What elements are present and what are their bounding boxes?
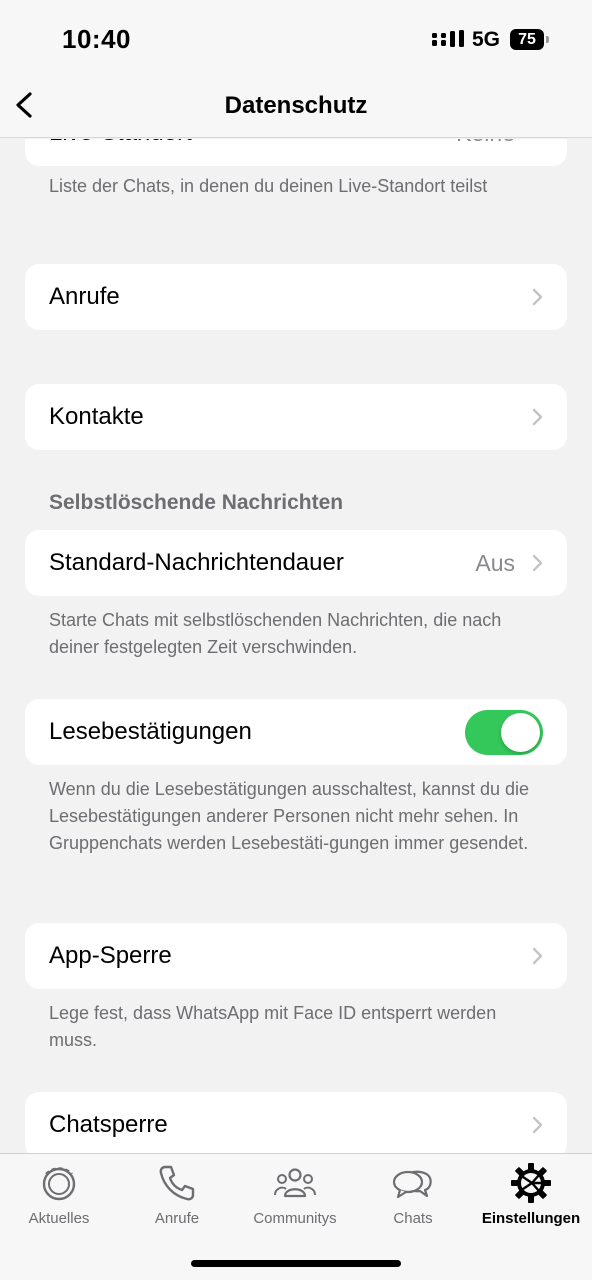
communities-icon <box>274 1168 316 1198</box>
settings-gear-icon <box>511 1163 551 1203</box>
tab-settings[interactable]: Einstellungen <box>472 1162 590 1242</box>
status-bar: 10:40 5G 75 <box>0 0 592 78</box>
disappearing-footnote: Starte Chats mit selbstlöschenden Nachri… <box>49 610 502 657</box>
navigation-bar: Datenschutz <box>0 78 592 138</box>
app-lock-label: App-Sperre <box>49 942 172 969</box>
calls-label: Anrufe <box>49 283 120 310</box>
app-lock-footnote: Lege fest, dass WhatsApp mit Face ID ent… <box>49 1003 497 1050</box>
live-location-item[interactable]: Live-Standort Keine <box>25 139 567 166</box>
settings-list[interactable]: Live-Standort Keine Liste der Chats, in … <box>0 139 592 1153</box>
app-lock-item[interactable]: App-Sperre <box>25 923 567 989</box>
chat-lock-item[interactable]: Chatsperre <box>25 1092 567 1153</box>
section-header-disappearing: Selbstlöschende Nachrichten <box>49 491 344 514</box>
phone-icon <box>159 1165 195 1201</box>
live-location-label: Live-Standort <box>49 139 192 166</box>
updates-icon <box>42 1167 76 1201</box>
read-receipts-label: Lesebestätigungen <box>49 718 252 745</box>
chat-lock-label: Chatsperre <box>49 1111 168 1138</box>
network-type: 5G <box>472 28 501 51</box>
home-indicator <box>191 1260 401 1267</box>
read-receipts-item: Lesebestätigungen <box>25 699 567 765</box>
tab-label-chats: Chats <box>393 1210 433 1227</box>
page-title: Datenschutz <box>224 92 368 119</box>
live-location-footnote: Liste der Chats, in denen du deinen Live… <box>49 176 488 196</box>
default-message-timer-value: Aus <box>475 550 515 576</box>
read-receipts-toggle[interactable] <box>465 710 543 755</box>
tab-calls[interactable]: Anrufe <box>118 1162 236 1242</box>
calls-item[interactable]: Anrufe <box>25 264 567 330</box>
contacts-item[interactable]: Kontakte <box>25 384 567 450</box>
chevron-right-icon <box>532 947 543 965</box>
toggle-knob <box>501 713 540 752</box>
chevron-right-icon <box>532 408 543 426</box>
tab-communities[interactable]: Communitys <box>236 1162 354 1242</box>
battery-icon: 75 <box>510 29 549 50</box>
chevron-right-icon <box>532 1116 543 1134</box>
chats-icon <box>392 1170 432 1199</box>
default-message-timer-item[interactable]: Standard-Nachrichtendauer Aus <box>25 530 567 596</box>
contacts-label: Kontakte <box>49 403 144 430</box>
tab-label-communities: Communitys <box>253 1210 337 1227</box>
tab-label-updates: Aktuelles <box>28 1210 90 1227</box>
chevron-right-icon <box>532 554 543 572</box>
signal-icon <box>432 30 464 47</box>
status-time: 10:40 <box>62 24 131 54</box>
default-message-timer-label: Standard-Nachrichtendauer <box>49 549 344 576</box>
tab-updates[interactable]: Aktuelles <box>0 1162 118 1242</box>
read-receipts-footnote: Wenn du die Lesebestätigungen ausschalte… <box>49 779 530 853</box>
live-location-value: Keine <box>456 139 515 166</box>
chevron-right-icon <box>532 288 543 306</box>
tab-chats[interactable]: Chats <box>354 1162 472 1242</box>
tab-label-settings: Einstellungen <box>481 1210 581 1227</box>
tab-label-calls: Anrufe <box>154 1210 200 1227</box>
